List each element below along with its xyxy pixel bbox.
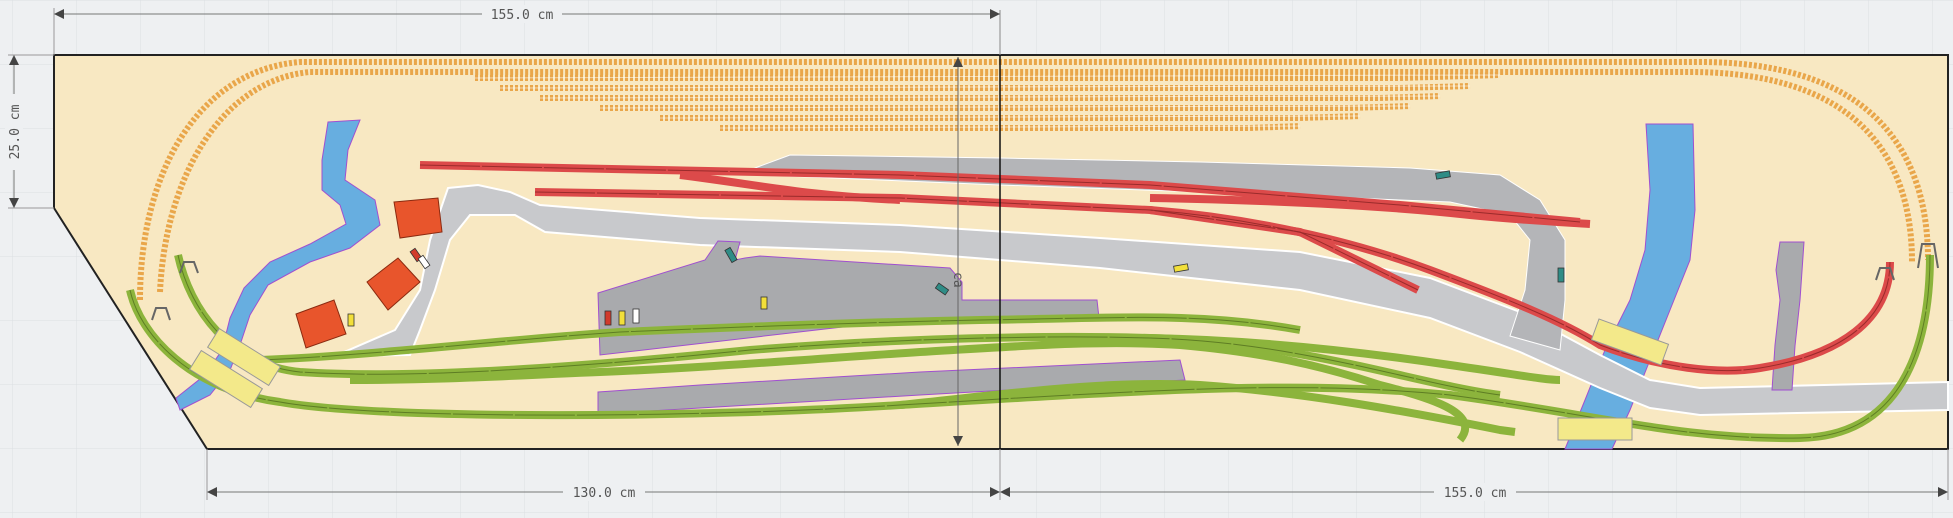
bridge-right-lower[interactable] — [1557, 417, 1633, 441]
bottom-right-dimension-label: 155.0 cm — [1444, 486, 1507, 501]
car — [347, 313, 355, 327]
car — [632, 308, 640, 324]
house-1[interactable] — [393, 197, 443, 239]
top-dimension-label: 155.0 cm — [491, 8, 554, 23]
car — [618, 310, 626, 326]
car — [760, 296, 768, 310]
vertical-marker-label: ca — [950, 272, 965, 288]
car — [1557, 267, 1565, 283]
layout-canvas[interactable]: ca 155.0 cm 25.0 cm 130.0 cm 155.0 cm — [0, 0, 1953, 518]
left-dimension-label: 25.0 cm — [8, 104, 23, 159]
car — [604, 310, 612, 326]
bottom-left-dimension-label: 130.0 cm — [573, 486, 636, 501]
